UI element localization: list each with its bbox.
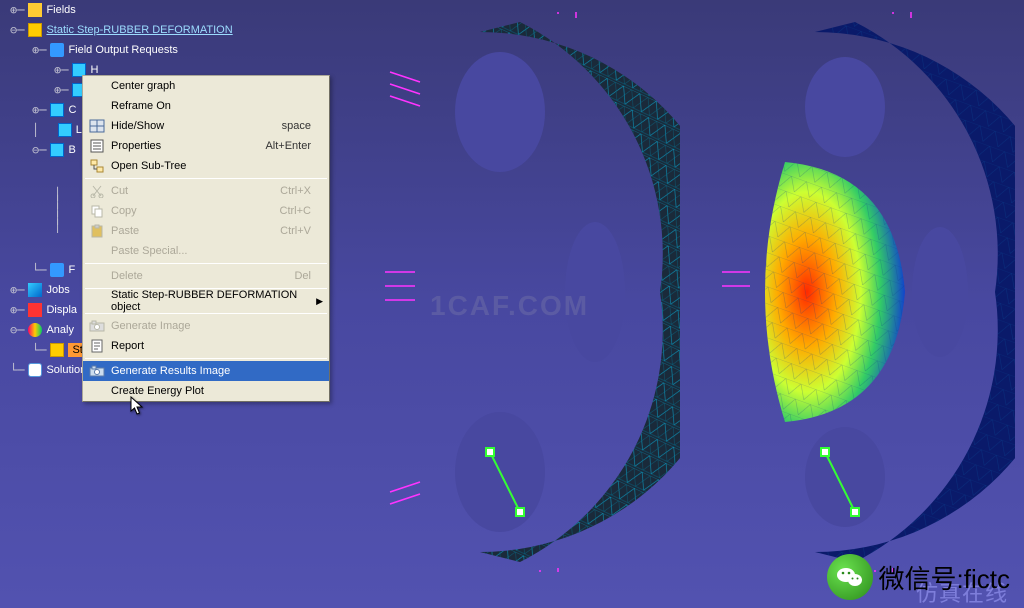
menu-generate-results-image[interactable]: Generate Results Image [83,361,329,381]
sub-icon [50,263,64,277]
sub-icon [58,123,72,137]
subtree-icon [87,158,107,174]
menu-reframe-on[interactable]: Reframe On [83,96,329,116]
menu-copy: Copy Ctrl+C [83,201,329,221]
footer-brand: 微信号:fictc [827,554,1010,600]
tree-step-label: Static Step-RUBBER DEFORMATION [46,24,232,36]
menu-separator [85,263,327,264]
hide-show-icon [87,118,107,134]
tree-item-fields[interactable]: ⊕─ Fields [10,0,233,20]
analysis-icon [28,323,42,337]
properties-icon [87,138,107,154]
sensors-icon [28,363,42,377]
menu-generate-image: Generate Image [83,316,329,336]
jobs-icon [28,283,42,297]
fields-icon [28,3,42,17]
step-icon [28,23,42,37]
menu-properties[interactable]: Properties Alt+Enter [83,136,329,156]
context-menu: Center graph Reframe On Hide/Show space … [82,75,330,402]
menu-center-graph[interactable]: Center graph [83,76,329,96]
menu-open-subtree[interactable]: Open Sub-Tree [83,156,329,176]
blank-icon [87,98,107,114]
menu-paste: Paste Ctrl+V [83,221,329,241]
menu-separator [85,178,327,179]
blank-icon [87,383,107,399]
report-icon [87,338,107,354]
menu-report[interactable]: Report [83,336,329,356]
chevron-right-icon: ▶ [316,296,323,307]
wechat-icon [827,554,873,600]
paste-icon [87,223,107,239]
sub-icon [50,103,64,117]
tree-item-field-output[interactable]: ⊕─ Field Output Requests [10,40,233,60]
tree-item-static-step[interactable]: ⊖─ Static Step-RUBBER DEFORMATION [10,20,233,40]
sub-icon [50,143,64,157]
menu-hide-show[interactable]: Hide/Show space [83,116,329,136]
menu-cut: Cut Ctrl+X [83,181,329,201]
output-icon [50,43,64,57]
step-icon [50,343,64,357]
camera-icon [87,318,107,334]
menu-paste-special: Paste Special... [83,241,329,261]
blank-icon [87,243,107,259]
watermark-text: 1CAF.COM [430,290,589,322]
tree-fields-label: Fields [46,4,75,16]
camera-results-icon [87,363,107,379]
cut-icon [87,183,107,199]
mesh-model-right [715,12,1015,572]
blank-icon [87,293,107,309]
menu-separator [85,358,327,359]
display-icon [28,303,42,317]
tree-output-label: Field Output Requests [68,44,177,56]
mouse-cursor [130,396,144,416]
menu-delete: Delete Del [83,266,329,286]
menu-separator [85,313,327,314]
menu-step-object-submenu[interactable]: Static Step-RUBBER DEFORMATION object ▶ [83,291,329,311]
blank-icon [87,268,107,284]
menu-create-energy-plot[interactable]: Create Energy Plot [83,381,329,401]
copy-icon [87,203,107,219]
blank-icon [87,78,107,94]
footer-wechat-label: 微信号:fictc [879,559,1010,596]
